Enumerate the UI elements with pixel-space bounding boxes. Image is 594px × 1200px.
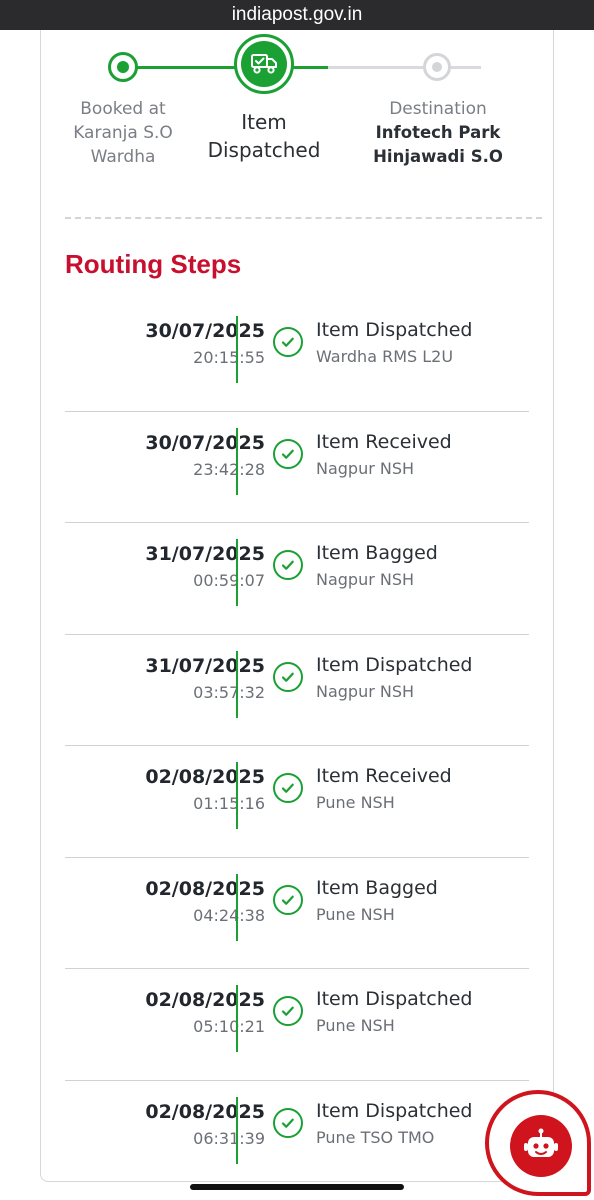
step-timeline-bar [236,650,238,718]
url-text: indiapost.gov.in [231,4,363,25]
check-icon [273,884,303,915]
step-office: Nagpur NSH [316,570,415,589]
step-time: 05:10:21 [193,1017,265,1036]
booked-label: Booked at [80,99,166,119]
step-office: Pune NSH [316,1016,395,1035]
step-time: 03:57:32 [193,682,265,702]
step-date: 02/08/2025 [145,989,265,1011]
step-timeline-bar [236,873,238,941]
destination-label: Destination [389,99,487,119]
step-office: Pune TSO TMO [316,1127,435,1147]
check-icon [273,327,303,357]
destination-stage-label: Destination Infotech Park Hinjawadi S.O [358,97,518,169]
step-date: 30/07/2025 [145,431,265,454]
booked-city: Wardha [90,147,156,167]
step-time: 20:15:55 [193,348,265,367]
step-event: Item Dispatched [316,653,473,676]
step-time: 00:59:07 [193,571,265,590]
step-date: 02/08/2025 [145,877,265,900]
check-icon [273,438,303,469]
step-office: Pune NSH [316,904,395,924]
chatbot-bubble [485,1090,591,1196]
destination-line1: Infotech Park [375,123,501,142]
step-date: 02/08/2025 [145,1100,265,1123]
step-timeline-bar [236,985,238,1052]
step-event: Item Dispatched [316,319,473,341]
step-office: Wardha RMS L2U [316,347,454,366]
routing-step-row: 02/08/2025 04:24:38 Item Bagged Pune NSH [65,858,529,969]
routing-step-row: 31/07/2025 00:59:07 Item Bagged Nagpur NSH [65,523,529,635]
step-event: Item Bagged [316,542,438,564]
current-line1: Item [241,110,287,134]
current-line2: Dispatched [207,138,321,162]
home-indicator [190,1184,404,1190]
step-office: Nagpur NSH [316,458,415,478]
browser-url-bar[interactable]: indiapost.gov.in [0,0,594,30]
step-event: Item Dispatched [316,1099,473,1122]
step-timeline-bar [236,427,238,495]
step-office: Pune NSH [316,793,395,812]
delivery-truck-icon [241,41,287,87]
booked-office: Karanja S.O [73,123,173,143]
check-icon [273,773,303,803]
destination-status-dot [423,53,451,81]
step-date: 31/07/2025 [145,654,265,677]
current-status-dot [234,34,294,94]
step-date: 31/07/2025 [145,543,265,565]
step-time: 06:31:39 [193,1128,265,1148]
step-time: 04:24:38 [193,905,265,925]
step-event: Item Received [316,430,452,453]
chatbot-button[interactable] [485,1090,594,1200]
step-event: Item Dispatched [316,988,473,1010]
routing-steps-list: 30/07/2025 20:15:55 Item Dispatched Wardha … [65,300,529,1191]
progress-line-complete [123,66,328,69]
step-date: 02/08/2025 [145,766,265,788]
step-event: Item Received [316,765,452,787]
routing-step-row: 30/07/2025 20:15:55 Item Dispatched Wardha … [65,300,529,412]
step-event: Item Bagged [316,876,438,899]
step-timeline-bar [236,539,238,606]
check-icon [273,550,303,580]
current-stage-label: Item Dispatched [200,108,328,164]
routing-step-row: 02/08/2025 06:31:39 Item Dispatched Pune TS… [65,1081,529,1192]
booked-status-dot [108,52,138,82]
robot-icon [510,1115,572,1177]
step-timeline-bar [236,762,238,829]
step-timeline-bar [236,316,238,383]
check-icon [273,1107,303,1138]
step-time: 23:42:28 [193,459,265,479]
routing-step-row: 30/07/2025 23:42:28 Item Received Nagpur NS… [65,412,529,523]
step-date: 30/07/2025 [145,320,265,342]
section-divider [65,217,542,219]
step-office: Nagpur NSH [316,681,415,701]
step-timeline-bar [236,1096,238,1164]
check-icon [273,661,303,692]
routing-steps-title: Routing Steps [65,249,242,279]
destination-line2: Hinjawadi S.O [373,147,503,166]
check-icon [273,996,303,1026]
routing-step-row: 02/08/2025 05:10:21 Item Dispatched Pune NS… [65,969,529,1081]
routing-step-row: 02/08/2025 01:15:16 Item Received Pune NSH [65,746,529,858]
routing-step-row: 31/07/2025 03:57:32 Item Dispatched Nagpur … [65,635,529,746]
progress-line-pending [328,66,481,69]
booked-stage-label: Booked at Karanja S.O Wardha [62,97,184,169]
step-time: 01:15:16 [193,794,265,813]
